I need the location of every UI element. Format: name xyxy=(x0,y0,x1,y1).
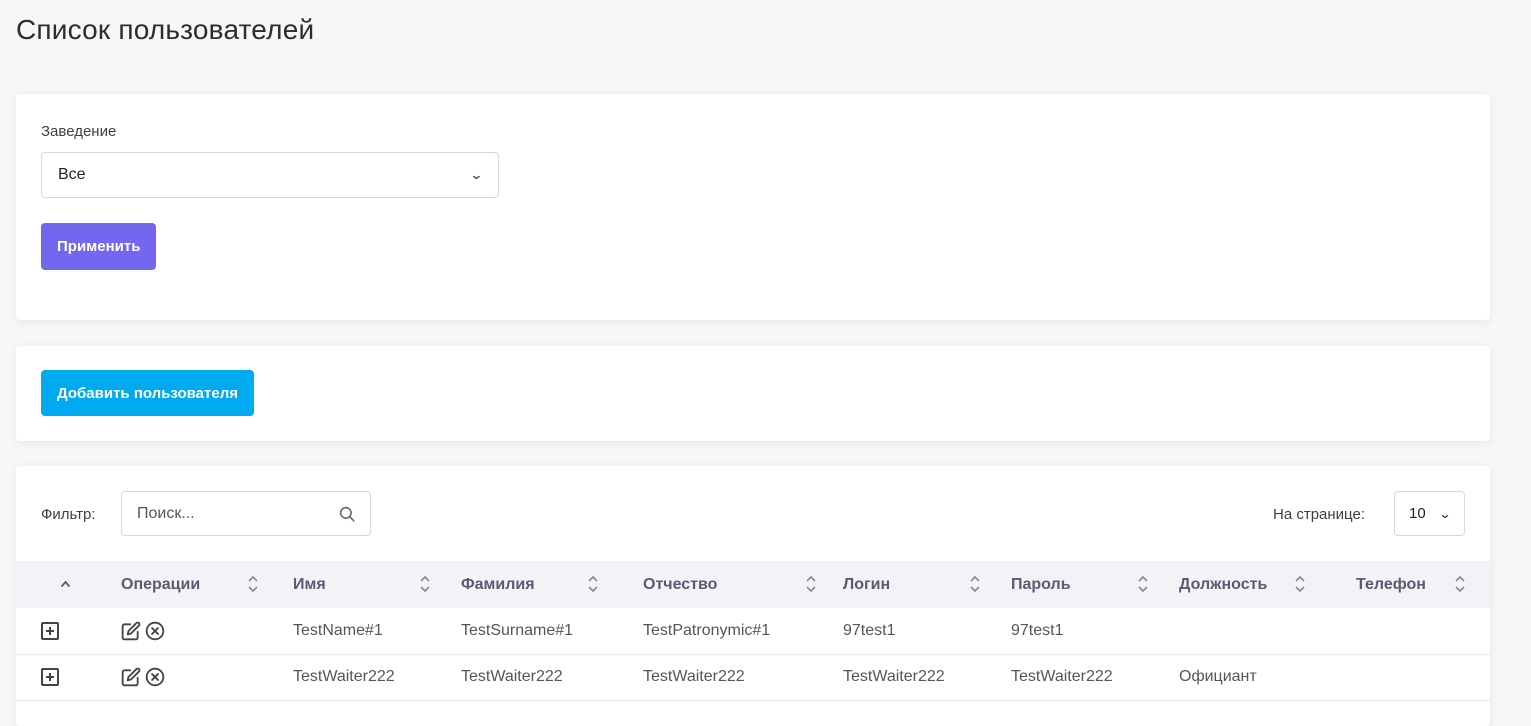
per-page-value: 10 xyxy=(1409,505,1426,522)
delete-icon[interactable] xyxy=(145,621,165,641)
column-header-login[interactable]: Логин xyxy=(843,561,1011,608)
table-row: TestWaiter222 TestWaiter222 TestWaiter22… xyxy=(16,654,1490,700)
filter-label: Фильтр: xyxy=(41,506,96,523)
chevron-up-icon xyxy=(60,580,71,588)
column-header-label: Имя xyxy=(293,575,326,593)
delete-icon[interactable] xyxy=(145,667,165,687)
expand-row-icon[interactable] xyxy=(41,621,59,640)
add-user-button[interactable]: Добавить пользователя xyxy=(41,370,254,416)
sort-icon xyxy=(420,575,430,593)
table-header-row: Операции Имя Фамилия Отчество Логин Паро… xyxy=(16,561,1490,608)
venue-label: Заведение xyxy=(41,123,117,140)
per-page-select[interactable]: 10 ⌄ xyxy=(1394,491,1465,536)
venue-select-value: Все xyxy=(58,166,86,183)
cell-phone xyxy=(1356,608,1490,654)
cell-patronymic: TestPatronymic#1 xyxy=(643,621,771,639)
column-header-expand[interactable] xyxy=(16,561,121,608)
search-input[interactable] xyxy=(122,492,370,535)
cell-phone xyxy=(1356,654,1490,700)
search-icon xyxy=(339,506,355,522)
cell-patronymic: TestWaiter222 xyxy=(643,668,745,685)
cell-name: TestWaiter222 xyxy=(293,668,395,685)
cell-login: TestWaiter222 xyxy=(843,668,945,685)
cell-password: 97test1 xyxy=(1011,621,1064,639)
cell-surname: TestWaiter222 xyxy=(461,668,563,685)
cell-login: 97test1 xyxy=(843,621,896,639)
sort-icon xyxy=(1138,575,1148,593)
apply-button[interactable]: Применить xyxy=(41,223,157,270)
sort-icon xyxy=(1455,575,1465,593)
sort-icon xyxy=(806,575,816,593)
expand-row-icon[interactable] xyxy=(41,667,59,686)
chevron-down-icon: ⌄ xyxy=(1438,506,1452,521)
page-title: Список пользователей xyxy=(16,14,315,45)
filter-card: Заведение Все ⌄ Применить xyxy=(16,94,1490,320)
table-row: TestName#1 TestSurname#1 TestPatronymic#… xyxy=(16,608,1490,654)
column-header-name[interactable]: Имя xyxy=(293,561,461,608)
venue-select[interactable]: Все ⌄ xyxy=(41,152,499,198)
users-table-card: Фильтр: На странице: 10 ⌄ Операции Имя Ф… xyxy=(16,466,1490,726)
column-header-label: Пароль xyxy=(1011,575,1071,593)
sort-icon xyxy=(1295,575,1305,593)
column-header-label: Отчество xyxy=(643,575,718,593)
column-header-phone[interactable]: Телефон xyxy=(1356,561,1490,608)
search-field xyxy=(121,491,371,536)
column-header-label: Операции xyxy=(121,575,201,593)
per-page-label: На странице: xyxy=(1273,506,1365,523)
column-header-label: Логин xyxy=(843,575,891,593)
cell-position: Официант xyxy=(1179,668,1257,685)
column-header-label: Должность xyxy=(1179,575,1268,593)
users-table: Операции Имя Фамилия Отчество Логин Паро… xyxy=(16,561,1490,701)
sort-icon xyxy=(588,575,598,593)
cell-surname: TestSurname#1 xyxy=(461,621,574,639)
cell-password: TestWaiter222 xyxy=(1011,668,1113,685)
column-header-patronymic[interactable]: Отчество xyxy=(643,561,843,608)
column-header-label: Телефон xyxy=(1356,575,1426,593)
cell-name: TestName#1 xyxy=(293,621,383,639)
column-header-surname[interactable]: Фамилия xyxy=(461,561,643,608)
sort-icon xyxy=(248,575,258,593)
sort-icon xyxy=(970,575,980,593)
column-header-password[interactable]: Пароль xyxy=(1011,561,1179,608)
column-header-position[interactable]: Должность xyxy=(1179,561,1356,608)
cell-position xyxy=(1179,608,1356,654)
edit-icon[interactable] xyxy=(121,667,141,687)
column-header-label: Фамилия xyxy=(461,575,535,593)
chevron-down-icon: ⌄ xyxy=(469,167,484,182)
column-header-operations[interactable]: Операции xyxy=(121,561,293,608)
edit-icon[interactable] xyxy=(121,621,141,641)
add-user-card: Добавить пользователя xyxy=(16,346,1490,441)
